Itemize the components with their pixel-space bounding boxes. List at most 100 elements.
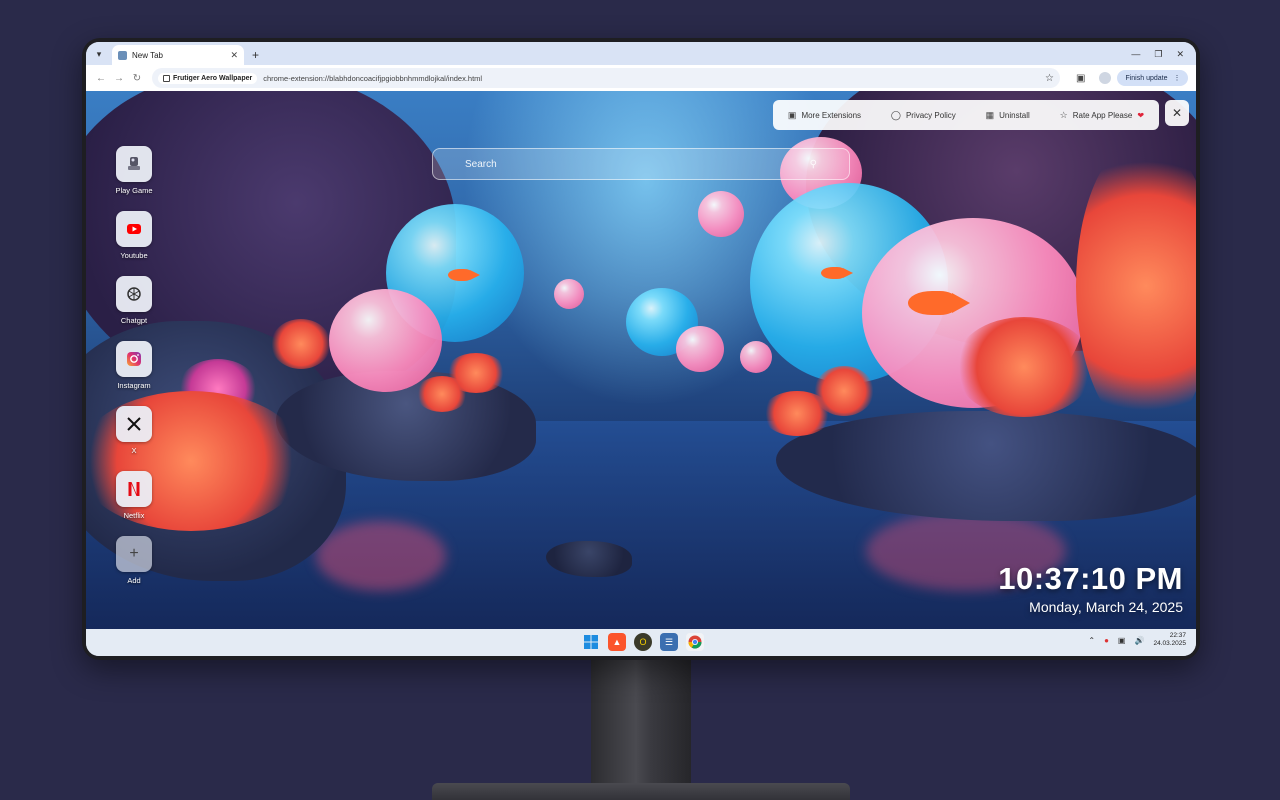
extension-chip-label: Frutiger Aero Wallpaper [173, 74, 253, 82]
uninstall-label: Uninstall [999, 110, 1030, 120]
url-text: chrome-extension://blabhdoncoacifjpgiobb… [263, 73, 483, 83]
wallpaper-fish [908, 291, 970, 315]
shortcut-play-game[interactable]: Play Game [114, 146, 154, 211]
address-bar[interactable]: Frutiger Aero Wallpaper chrome-extension… [152, 68, 1060, 88]
system-tray: ⌃ ● ▣ 🔊 22:37 24.03.2025 [1088, 632, 1186, 648]
taskbar-apps: ▲ O ☰ [582, 633, 704, 651]
wallpaper-coral [762, 391, 832, 436]
notepad-icon[interactable]: ☰ [660, 633, 678, 651]
shortcut-label: Netflix [123, 511, 145, 520]
rate-app-label: Rate App Please [1072, 110, 1133, 120]
youtube-icon[interactable] [116, 211, 152, 247]
chatgpt-icon[interactable] [116, 276, 152, 312]
taskbar-time: 22:37 [1169, 632, 1186, 639]
minimize-icon[interactable]: — [1131, 49, 1140, 60]
maximize-icon[interactable]: ❐ [1154, 49, 1162, 60]
puzzle-icon: ▣ [787, 109, 797, 120]
clock-time: 10:37:10 PM [998, 561, 1183, 596]
privacy-policy-button[interactable]: ◯ Privacy Policy [891, 110, 956, 121]
windows-start-icon[interactable] [582, 633, 600, 651]
taskbar-clock[interactable]: 22:37 24.03.2025 [1153, 632, 1186, 648]
kebab-menu-icon[interactable]: ⋮ [1173, 74, 1180, 82]
shortcut-chatgpt[interactable]: Chatgpt [114, 276, 154, 341]
close-icon: ✕ [1171, 106, 1183, 120]
finish-update-button[interactable]: Finish update ⋮ [1117, 70, 1189, 86]
x-icon[interactable] [116, 406, 152, 442]
extension-chip[interactable]: Frutiger Aero Wallpaper [158, 72, 258, 84]
plus-icon[interactable]: + [116, 536, 152, 572]
tray-chevron-icon[interactable]: ⌃ [1088, 636, 1095, 645]
game-icon[interactable] [116, 146, 152, 182]
wallpaper-reflection [316, 521, 446, 591]
new-tab-plus-icon[interactable]: + [252, 48, 259, 62]
tab-new-tab[interactable]: New Tab ✕ [112, 45, 244, 65]
star-icon: ☆ [1059, 109, 1068, 120]
heart-icon: ❤ [1137, 110, 1145, 120]
shortcut-label: Chatgpt [120, 316, 148, 325]
shortcut-label: Instagram [117, 381, 151, 390]
close-menu-button[interactable]: ✕ [1165, 100, 1189, 126]
new-tab-page: Search ⚲ ▣ More Extensions ◯ Privacy Pol… [86, 91, 1196, 629]
profile-avatar[interactable] [1099, 72, 1112, 84]
wallpaper-coral [416, 376, 468, 412]
privacy-policy-label: Privacy Policy [905, 110, 956, 120]
wallpaper-coral [954, 317, 1094, 417]
monitor-stand-base [432, 783, 850, 800]
uninstall-button[interactable]: ▦ Uninstall [986, 110, 1030, 121]
clock-widget: 10:37:10 PM Monday, March 24, 2025 [998, 561, 1183, 615]
os-taskbar: ▲ O ☰ ⌃ ● ▣ 🔊 22:37 24.03.2025 [86, 629, 1196, 656]
shortcut-add[interactable]: + Add [114, 536, 154, 601]
screen: ▾ New Tab ✕ + — ❐ ✕ ← → ↻ Frutiger Aero … [86, 42, 1196, 656]
wallpaper-bubble [698, 191, 744, 237]
shortcut-label: X [131, 446, 137, 455]
tray-app-icon[interactable]: ● [1104, 636, 1109, 645]
window-close-icon[interactable]: ✕ [1176, 49, 1184, 60]
more-extensions-label: More Extensions [801, 110, 862, 120]
netflix-icon[interactable] [116, 471, 152, 507]
shield-icon: ◯ [890, 109, 901, 120]
wallpaper-coral [271, 319, 331, 369]
more-extensions-button[interactable]: ▣ More Extensions [788, 110, 861, 121]
taskbar-date: 24.03.2025 [1153, 640, 1186, 647]
tab-favicon-icon [118, 50, 127, 60]
volume-icon[interactable]: 🔊 [1134, 636, 1144, 645]
wallpaper-fish [448, 269, 480, 281]
tab-bar: ▾ New Tab ✕ + — ❐ ✕ [86, 42, 1196, 65]
finish-update-label: Finish update [1125, 74, 1168, 82]
clock-date: Monday, March 24, 2025 [1029, 599, 1183, 615]
shortcut-x[interactable]: X [114, 406, 154, 471]
extensions-puzzle-icon[interactable]: ▣ [1076, 73, 1085, 84]
shortcut-label: Play Game [115, 186, 153, 195]
search-input[interactable]: Search [465, 159, 497, 170]
reload-icon[interactable]: ↻ [128, 73, 146, 84]
bookmark-star-icon[interactable]: ☆ [1045, 73, 1054, 84]
shortcut-instagram[interactable]: Instagram [114, 341, 154, 406]
tab-search-chevron-icon[interactable]: ▾ [90, 45, 108, 63]
network-icon[interactable]: ▣ [1118, 636, 1126, 645]
brave-browser-icon[interactable]: ▲ [608, 633, 626, 651]
tab-close-icon[interactable]: ✕ [230, 50, 238, 61]
browser-toolbar: ← → ↻ Frutiger Aero Wallpaper chrome-ext… [86, 65, 1196, 91]
top-menu: ▣ More Extensions ◯ Privacy Policy ▦ Uni… [773, 100, 1159, 130]
forward-arrow-icon[interactable]: → [110, 73, 128, 84]
shortcut-label: Add [127, 576, 141, 585]
shortcut-youtube[interactable]: Youtube [114, 211, 154, 276]
search-bar[interactable]: Search ⚲ [432, 148, 850, 180]
opera-gx-icon[interactable]: O [634, 633, 652, 651]
wallpaper-bubble [554, 279, 584, 309]
monitor-stand-neck [591, 655, 691, 800]
extension-icon [163, 74, 170, 82]
chrome-icon[interactable] [686, 633, 704, 651]
back-arrow-icon[interactable]: ← [92, 73, 110, 84]
rate-app-button[interactable]: ☆ Rate App Please ❤ [1060, 110, 1144, 121]
shortcut-list: Play Game Youtube Chatgpt Instagram X Ne… [114, 146, 154, 601]
tab-title: New Tab [132, 50, 163, 60]
trash-icon: ▦ [985, 109, 995, 120]
wallpaper-fish [821, 267, 853, 279]
shortcut-label: Youtube [120, 251, 148, 260]
shortcut-netflix[interactable]: Netflix [114, 471, 154, 536]
search-icon[interactable]: ⚲ [810, 159, 817, 170]
wallpaper-bubble [740, 341, 772, 373]
instagram-icon[interactable] [116, 341, 152, 377]
wallpaper-bubble [676, 326, 724, 372]
